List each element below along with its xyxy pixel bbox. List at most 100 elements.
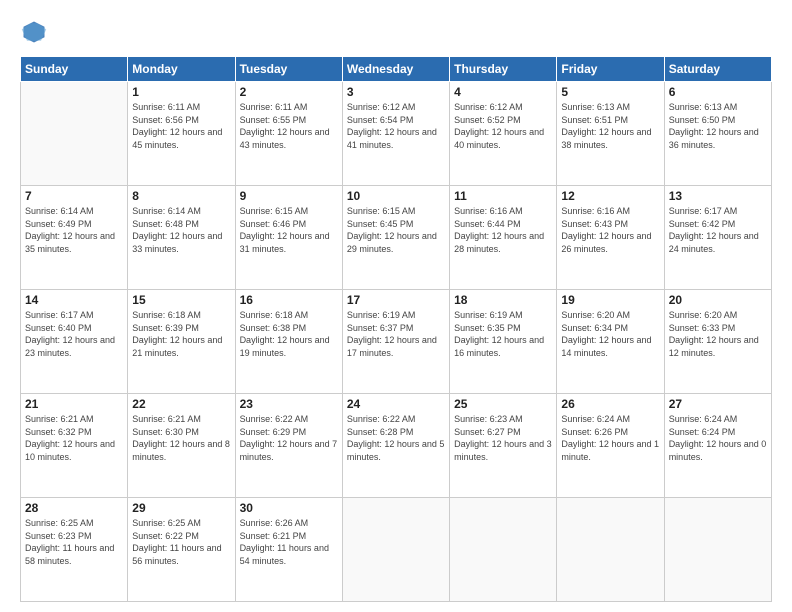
calendar-cell: 24Sunrise: 6:22 AMSunset: 6:28 PMDayligh… bbox=[342, 394, 449, 498]
calendar-cell: 6 Sunrise: 6:13 AMSunset: 6:50 PMDaylight… bbox=[664, 82, 771, 186]
day-number: 15 bbox=[132, 293, 230, 307]
day-number: 13 bbox=[669, 189, 767, 203]
cell-info: Sunrise: 6:24 AMSunset: 6:26 PMDaylight:… bbox=[561, 413, 659, 463]
calendar-cell: 21 Sunrise: 6:21 AMSunset: 6:32 PMDayligh… bbox=[21, 394, 128, 498]
calendar-cell: 1 Sunrise: 6:11 AMSunset: 6:56 PMDaylight… bbox=[128, 82, 235, 186]
calendar-cell: 25Sunrise: 6:23 AMSunset: 6:27 PMDayligh… bbox=[450, 394, 557, 498]
calendar-cell: 3 Sunrise: 6:12 AMSunset: 6:54 PMDaylight… bbox=[342, 82, 449, 186]
cell-info: Sunrise: 6:13 AMSunset: 6:51 PMDaylight:… bbox=[561, 101, 659, 151]
weekday-header-sunday: Sunday bbox=[21, 57, 128, 82]
calendar-cell: 18 Sunrise: 6:19 AMSunset: 6:35 PMDayligh… bbox=[450, 290, 557, 394]
day-number: 30 bbox=[240, 501, 338, 515]
day-number: 14 bbox=[25, 293, 123, 307]
cell-info: Sunrise: 6:11 AMSunset: 6:55 PMDaylight:… bbox=[240, 101, 338, 151]
week-row-1: 7Sunrise: 6:14 AMSunset: 6:49 PMDaylight… bbox=[21, 186, 772, 290]
cell-info: Sunrise: 6:18 AMSunset: 6:39 PMDaylight:… bbox=[132, 309, 230, 359]
day-number: 3 bbox=[347, 85, 445, 99]
cell-info: Sunrise: 6:15 AMSunset: 6:45 PMDaylight:… bbox=[347, 205, 445, 255]
page: SundayMondayTuesdayWednesdayThursdayFrid… bbox=[0, 0, 792, 612]
cell-info: Sunrise: 6:19 AMSunset: 6:35 PMDaylight:… bbox=[454, 309, 552, 359]
calendar-cell: 12Sunrise: 6:16 AMSunset: 6:43 PMDayligh… bbox=[557, 186, 664, 290]
cell-info: Sunrise: 6:17 AMSunset: 6:40 PMDaylight:… bbox=[25, 309, 123, 359]
calendar-cell: 2 Sunrise: 6:11 AMSunset: 6:55 PMDaylight… bbox=[235, 82, 342, 186]
calendar-cell: 30 Sunrise: 6:26 AMSunset: 6:21 PMDayligh… bbox=[235, 498, 342, 602]
day-number: 27 bbox=[669, 397, 767, 411]
weekday-header-wednesday: Wednesday bbox=[342, 57, 449, 82]
cell-info: Sunrise: 6:15 AMSunset: 6:46 PMDaylight:… bbox=[240, 205, 338, 255]
day-number: 29 bbox=[132, 501, 230, 515]
cell-info: Sunrise: 6:11 AMSunset: 6:56 PMDaylight:… bbox=[132, 101, 230, 151]
cell-info: Sunrise: 6:21 AMSunset: 6:30 PMDaylight:… bbox=[132, 413, 230, 463]
day-number: 6 bbox=[669, 85, 767, 99]
day-number: 12 bbox=[561, 189, 659, 203]
calendar-table: SundayMondayTuesdayWednesdayThursdayFrid… bbox=[20, 56, 772, 602]
cell-info: Sunrise: 6:12 AMSunset: 6:54 PMDaylight:… bbox=[347, 101, 445, 151]
calendar-cell: 9Sunrise: 6:15 AMSunset: 6:46 PMDaylight… bbox=[235, 186, 342, 290]
day-number: 24 bbox=[347, 397, 445, 411]
day-number: 1 bbox=[132, 85, 230, 99]
calendar-cell: 26 Sunrise: 6:24 AMSunset: 6:26 PMDayligh… bbox=[557, 394, 664, 498]
calendar-cell: 7Sunrise: 6:14 AMSunset: 6:49 PMDaylight… bbox=[21, 186, 128, 290]
day-number: 2 bbox=[240, 85, 338, 99]
cell-info: Sunrise: 6:20 AMSunset: 6:33 PMDaylight:… bbox=[669, 309, 767, 359]
calendar-cell: 5 Sunrise: 6:13 AMSunset: 6:51 PMDaylight… bbox=[557, 82, 664, 186]
calendar-cell: 19 Sunrise: 6:20 AMSunset: 6:34 PMDayligh… bbox=[557, 290, 664, 394]
calendar-cell: 15 Sunrise: 6:18 AMSunset: 6:39 PMDayligh… bbox=[128, 290, 235, 394]
cell-info: Sunrise: 6:16 AMSunset: 6:44 PMDaylight:… bbox=[454, 205, 552, 255]
cell-info: Sunrise: 6:21 AMSunset: 6:32 PMDaylight:… bbox=[25, 413, 123, 463]
calendar-cell: 28 Sunrise: 6:25 AMSunset: 6:23 PMDayligh… bbox=[21, 498, 128, 602]
weekday-header-row: SundayMondayTuesdayWednesdayThursdayFrid… bbox=[21, 57, 772, 82]
cell-info: Sunrise: 6:20 AMSunset: 6:34 PMDaylight:… bbox=[561, 309, 659, 359]
calendar-cell: 13 Sunrise: 6:17 AMSunset: 6:42 PMDayligh… bbox=[664, 186, 771, 290]
day-number: 25 bbox=[454, 397, 552, 411]
cell-info: Sunrise: 6:24 AMSunset: 6:24 PMDaylight:… bbox=[669, 413, 767, 463]
calendar-cell: 11 Sunrise: 6:16 AMSunset: 6:44 PMDayligh… bbox=[450, 186, 557, 290]
weekday-header-monday: Monday bbox=[128, 57, 235, 82]
day-number: 5 bbox=[561, 85, 659, 99]
calendar-cell: 27 Sunrise: 6:24 AMSunset: 6:24 PMDayligh… bbox=[664, 394, 771, 498]
cell-info: Sunrise: 6:14 AMSunset: 6:49 PMDaylight:… bbox=[25, 205, 123, 255]
week-row-4: 28 Sunrise: 6:25 AMSunset: 6:23 PMDayligh… bbox=[21, 498, 772, 602]
day-number: 20 bbox=[669, 293, 767, 307]
calendar-cell: 4Sunrise: 6:12 AMSunset: 6:52 PMDaylight… bbox=[450, 82, 557, 186]
weekday-header-friday: Friday bbox=[557, 57, 664, 82]
calendar-cell bbox=[664, 498, 771, 602]
calendar-cell: 23 Sunrise: 6:22 AMSunset: 6:29 PMDayligh… bbox=[235, 394, 342, 498]
day-number: 21 bbox=[25, 397, 123, 411]
logo-icon bbox=[20, 18, 48, 46]
day-number: 23 bbox=[240, 397, 338, 411]
header bbox=[20, 18, 772, 46]
week-row-3: 21 Sunrise: 6:21 AMSunset: 6:32 PMDayligh… bbox=[21, 394, 772, 498]
cell-info: Sunrise: 6:25 AMSunset: 6:22 PMDaylight:… bbox=[132, 517, 230, 567]
cell-info: Sunrise: 6:26 AMSunset: 6:21 PMDaylight:… bbox=[240, 517, 338, 567]
day-number: 17 bbox=[347, 293, 445, 307]
calendar-cell: 22 Sunrise: 6:21 AMSunset: 6:30 PMDayligh… bbox=[128, 394, 235, 498]
day-number: 26 bbox=[561, 397, 659, 411]
calendar-cell bbox=[450, 498, 557, 602]
day-number: 22 bbox=[132, 397, 230, 411]
calendar-cell: 10 Sunrise: 6:15 AMSunset: 6:45 PMDayligh… bbox=[342, 186, 449, 290]
day-number: 28 bbox=[25, 501, 123, 515]
cell-info: Sunrise: 6:19 AMSunset: 6:37 PMDaylight:… bbox=[347, 309, 445, 359]
week-row-0: 1 Sunrise: 6:11 AMSunset: 6:56 PMDaylight… bbox=[21, 82, 772, 186]
cell-info: Sunrise: 6:25 AMSunset: 6:23 PMDaylight:… bbox=[25, 517, 123, 567]
day-number: 19 bbox=[561, 293, 659, 307]
cell-info: Sunrise: 6:13 AMSunset: 6:50 PMDaylight:… bbox=[669, 101, 767, 151]
day-number: 11 bbox=[454, 189, 552, 203]
weekday-header-thursday: Thursday bbox=[450, 57, 557, 82]
day-number: 8 bbox=[132, 189, 230, 203]
logo bbox=[20, 18, 52, 46]
week-row-2: 14 Sunrise: 6:17 AMSunset: 6:40 PMDayligh… bbox=[21, 290, 772, 394]
calendar-cell bbox=[21, 82, 128, 186]
day-number: 18 bbox=[454, 293, 552, 307]
day-number: 16 bbox=[240, 293, 338, 307]
calendar-cell bbox=[557, 498, 664, 602]
day-number: 10 bbox=[347, 189, 445, 203]
calendar-cell: 17 Sunrise: 6:19 AMSunset: 6:37 PMDayligh… bbox=[342, 290, 449, 394]
cell-info: Sunrise: 6:14 AMSunset: 6:48 PMDaylight:… bbox=[132, 205, 230, 255]
calendar-cell bbox=[342, 498, 449, 602]
cell-info: Sunrise: 6:17 AMSunset: 6:42 PMDaylight:… bbox=[669, 205, 767, 255]
cell-info: Sunrise: 6:22 AMSunset: 6:29 PMDaylight:… bbox=[240, 413, 338, 463]
calendar-cell: 29 Sunrise: 6:25 AMSunset: 6:22 PMDayligh… bbox=[128, 498, 235, 602]
calendar-cell: 8 Sunrise: 6:14 AMSunset: 6:48 PMDaylight… bbox=[128, 186, 235, 290]
